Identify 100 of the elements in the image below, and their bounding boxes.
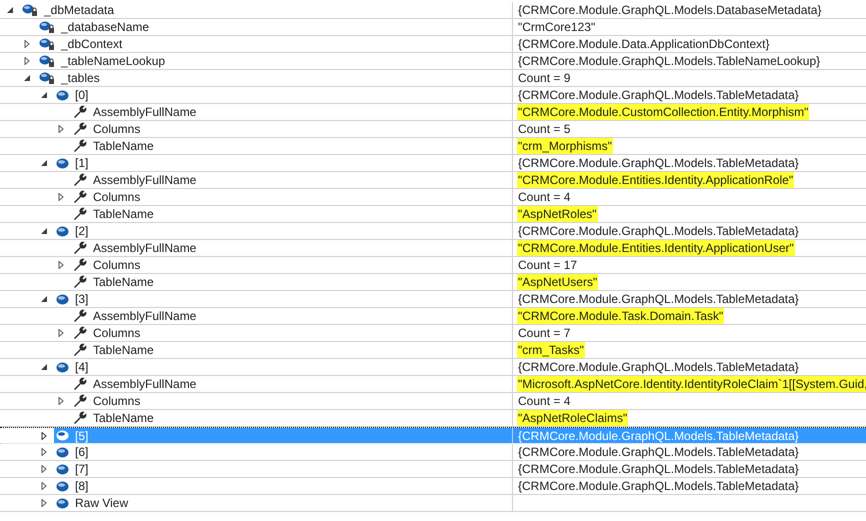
wrench-icon bbox=[73, 275, 87, 289]
variable-name: [3] bbox=[75, 291, 88, 308]
variable-name: Raw View bbox=[75, 495, 128, 512]
expanded-arrow-icon[interactable] bbox=[23, 74, 31, 82]
variable-value: "CRMCore.Module.Task.Domain.Task" bbox=[517, 308, 724, 324]
tree-row[interactable]: Columns Count = 17 bbox=[0, 257, 866, 274]
variable-name: Columns bbox=[93, 121, 140, 138]
object-icon bbox=[56, 430, 69, 441]
tree-row[interactable]: AssemblyFullName "CRMCore.Module.Entities.Identity.ApplicationUser" bbox=[0, 240, 866, 257]
locked-field-icon bbox=[39, 71, 55, 85]
variable-value: "CRMCore.Module.Entities.Identity.ApplicationUser" bbox=[517, 240, 795, 256]
variable-value: "CRMCore.Module.Entities.Identity.ApplicationRole" bbox=[517, 172, 794, 188]
variable-name: Columns bbox=[93, 189, 140, 206]
variable-value: "CrmCore123" bbox=[517, 19, 596, 35]
tree-row[interactable]: TableName "crm_Morphisms" bbox=[0, 138, 866, 155]
variable-value: {CRMCore.Module.GraphQL.Models.TableMetadata} bbox=[517, 155, 800, 171]
variable-value: Count = 7 bbox=[517, 325, 572, 341]
tree-row[interactable]: TableName "AspNetRoleClaims" bbox=[0, 410, 866, 427]
variable-value: {CRMCore.Module.Data.ApplicationDbContext} bbox=[517, 36, 770, 52]
variable-value: "crm_Tasks" bbox=[517, 342, 585, 358]
variable-name: TableName bbox=[93, 274, 154, 291]
tree-row[interactable]: [8] {CRMCore.Module.GraphQL.Models.TableMetadata} bbox=[0, 478, 866, 495]
object-icon bbox=[56, 446, 69, 458]
collapsed-arrow-icon[interactable] bbox=[40, 448, 48, 456]
collapsed-arrow-icon[interactable] bbox=[40, 432, 48, 440]
tree-row[interactable]: _tableNameLookup {CRMCore.Module.GraphQL.Models.TableNameLookup} bbox=[0, 53, 866, 70]
collapsed-arrow-icon[interactable] bbox=[57, 397, 65, 405]
variable-value: {CRMCore.Module.GraphQL.Models.TableMetadata} bbox=[517, 428, 800, 443]
variable-name: [0] bbox=[75, 87, 88, 104]
tree-row[interactable]: TableName "AspNetRoles" bbox=[0, 206, 866, 223]
collapsed-arrow-icon[interactable] bbox=[40, 482, 48, 490]
tree-row[interactable]: TableName "AspNetUsers" bbox=[0, 274, 866, 291]
variable-value: Count = 4 bbox=[517, 189, 572, 205]
collapsed-arrow-icon[interactable] bbox=[23, 40, 31, 48]
tree-row[interactable]: Columns Count = 5 bbox=[0, 121, 866, 138]
tree-row[interactable]: _dbContext {CRMCore.Module.Data.ApplicationDbContext} bbox=[0, 36, 866, 53]
object-icon bbox=[56, 226, 69, 236]
wrench-icon bbox=[73, 105, 87, 119]
variable-value: "CRMCore.Module.CustomCollection.Entity.Morphism" bbox=[517, 104, 810, 120]
expanded-arrow-icon[interactable] bbox=[6, 6, 14, 14]
variable-value: {CRMCore.Module.GraphQL.Models.TableMetadata} bbox=[517, 291, 800, 307]
variable-name: TableName bbox=[93, 410, 154, 427]
variable-name: [8] bbox=[75, 478, 88, 495]
expanded-arrow-icon[interactable] bbox=[40, 363, 48, 371]
tree-row[interactable]: AssemblyFullName "CRMCore.Module.CustomCollection.Entity.Morphism" bbox=[0, 104, 866, 121]
object-icon bbox=[56, 498, 69, 508]
collapsed-arrow-icon[interactable] bbox=[57, 193, 65, 201]
variable-name: AssemblyFullName bbox=[93, 376, 196, 393]
wrench-icon bbox=[73, 326, 87, 340]
object-icon bbox=[56, 464, 69, 474]
collapsed-arrow-icon[interactable] bbox=[57, 261, 65, 269]
variable-value: {CRMCore.Module.GraphQL.Models.TableMetadata} bbox=[517, 87, 800, 103]
expanded-arrow-icon[interactable] bbox=[40, 227, 48, 235]
expanded-arrow-icon[interactable] bbox=[40, 91, 48, 99]
variable-name: _databaseName bbox=[61, 19, 150, 36]
tree-row[interactable]: AssemblyFullName "CRMCore.Module.Task.Domain.Task" bbox=[0, 308, 866, 325]
tree-row[interactable]: _databaseName "CrmCore123" bbox=[0, 19, 866, 36]
variable-value: Count = 9 bbox=[517, 70, 572, 86]
variable-name: _tableNameLookup bbox=[61, 53, 166, 70]
variable-name: TableName bbox=[93, 138, 154, 155]
variable-name: _tables bbox=[61, 70, 100, 87]
variable-name: [4] bbox=[75, 359, 88, 376]
locked-field-icon bbox=[39, 54, 55, 68]
tree-row[interactable]: Columns Count = 4 bbox=[0, 189, 866, 206]
tree-row[interactable]: TableName "crm_Tasks" bbox=[0, 342, 866, 359]
collapsed-arrow-icon[interactable] bbox=[57, 329, 65, 337]
tree-row[interactable]: _tables Count = 9 bbox=[0, 70, 866, 87]
locked-field-icon bbox=[39, 37, 55, 51]
collapsed-arrow-icon[interactable] bbox=[57, 125, 65, 133]
variable-name: [2] bbox=[75, 223, 88, 240]
tree-row[interactable]: Columns Count = 7 bbox=[0, 325, 866, 342]
collapsed-arrow-icon[interactable] bbox=[40, 465, 48, 473]
tree-row[interactable]: Raw View bbox=[0, 495, 866, 512]
object-icon bbox=[56, 362, 69, 372]
tree-row[interactable]: AssemblyFullName "CRMCore.Module.Entities.Identity.ApplicationRole" bbox=[0, 172, 866, 189]
variable-value: "AspNetRoles" bbox=[517, 206, 598, 222]
collapsed-arrow-icon[interactable] bbox=[40, 499, 48, 507]
expanded-arrow-icon[interactable] bbox=[40, 159, 48, 167]
expanded-arrow-icon[interactable] bbox=[40, 295, 48, 303]
variable-value: Count = 17 bbox=[517, 257, 578, 273]
variable-name: AssemblyFullName bbox=[93, 104, 196, 121]
variable-value: "crm_Morphisms" bbox=[517, 138, 613, 154]
wrench-icon bbox=[73, 343, 87, 357]
object-icon bbox=[56, 294, 69, 304]
variable-value: {CRMCore.Module.GraphQL.Models.TableNameLookup} bbox=[517, 53, 822, 69]
wrench-icon bbox=[73, 411, 87, 425]
variable-value: "AspNetUsers" bbox=[517, 274, 598, 290]
variable-name: Columns bbox=[93, 257, 140, 274]
variable-name: [7] bbox=[75, 461, 88, 478]
variable-name: [5] bbox=[75, 428, 88, 444]
tree-row[interactable]: [7] {CRMCore.Module.GraphQL.Models.TableMetadata} bbox=[0, 461, 866, 478]
wrench-icon bbox=[73, 377, 87, 391]
wrench-icon bbox=[73, 173, 87, 187]
tree-row[interactable]: _dbMetadata {CRMCore.Module.GraphQL.Models.DatabaseMetadata} bbox=[0, 2, 866, 19]
collapsed-arrow-icon[interactable] bbox=[23, 57, 31, 65]
tree-row[interactable]: [6] {CRMCore.Module.GraphQL.Models.TableMetadata} bbox=[0, 444, 866, 461]
variable-name: TableName bbox=[93, 342, 154, 359]
variable-name: Columns bbox=[93, 393, 140, 410]
wrench-icon bbox=[73, 258, 87, 272]
locked-field-icon bbox=[22, 3, 38, 17]
